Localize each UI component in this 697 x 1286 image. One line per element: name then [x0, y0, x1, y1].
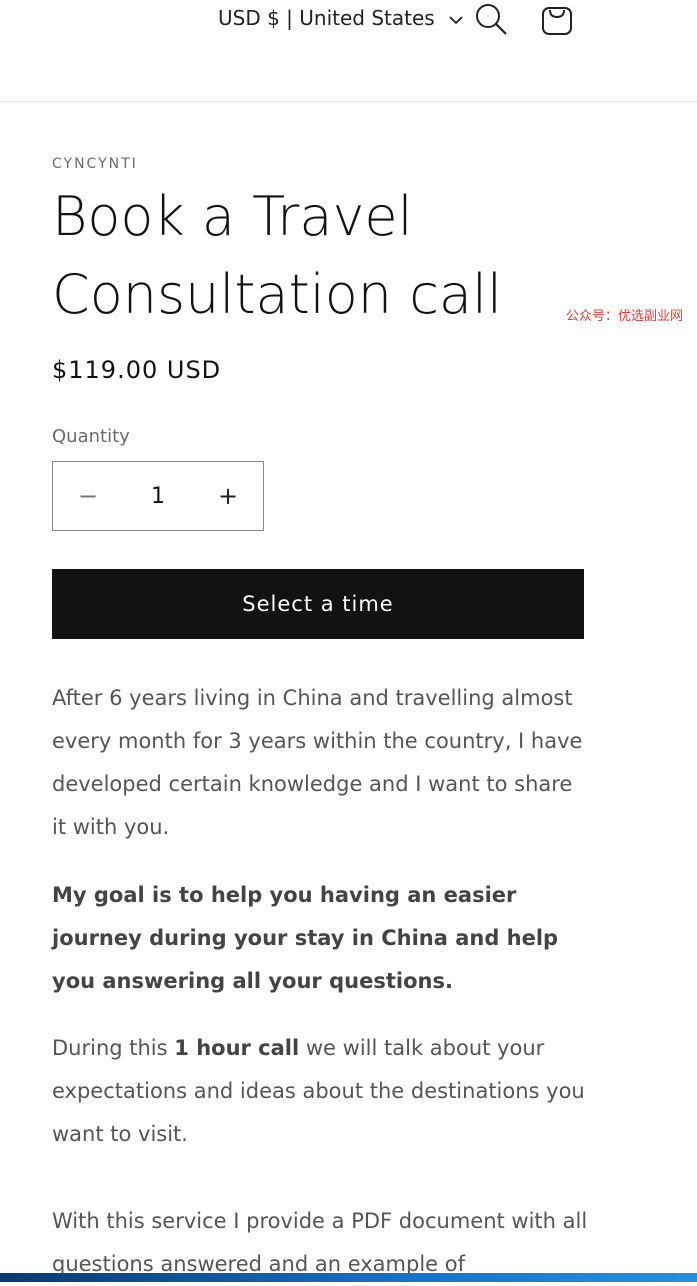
quantity-stepper: − + — [52, 461, 264, 531]
select-time-button[interactable]: Select a time — [52, 569, 584, 639]
watermark-text: 公众号：优选副业网 — [566, 309, 684, 324]
product-title: Book a Travel Consultation call — [52, 185, 502, 326]
description-p3-pre: During this — [52, 1036, 175, 1060]
currency-selector[interactable]: USD $ | United States — [218, 6, 463, 30]
quantity-increase-button[interactable]: + — [193, 462, 263, 530]
description-paragraph-3: During this 1 hour call we will talk abo… — [52, 1027, 592, 1156]
quantity-label: Quantity — [52, 426, 130, 447]
description-paragraph-1: After 6 years living in China and travel… — [52, 686, 583, 839]
product-vendor: CYNCYNTI — [52, 156, 138, 172]
product-price: $119.00 USD — [52, 356, 222, 384]
quantity-decrease-button[interactable]: − — [53, 462, 123, 530]
search-icon[interactable] — [474, 2, 508, 36]
chevron-down-icon — [449, 6, 463, 30]
description-p3-bold: 1 hour call — [174, 1036, 300, 1060]
quantity-input[interactable] — [123, 462, 193, 530]
bottom-bar — [0, 1273, 697, 1282]
description-paragraph-2: My goal is to help you having an easier … — [52, 883, 559, 993]
currency-label: USD $ | United States — [218, 6, 435, 30]
cart-icon[interactable] — [540, 2, 576, 38]
site-header: USD $ | United States — [0, 0, 697, 102]
